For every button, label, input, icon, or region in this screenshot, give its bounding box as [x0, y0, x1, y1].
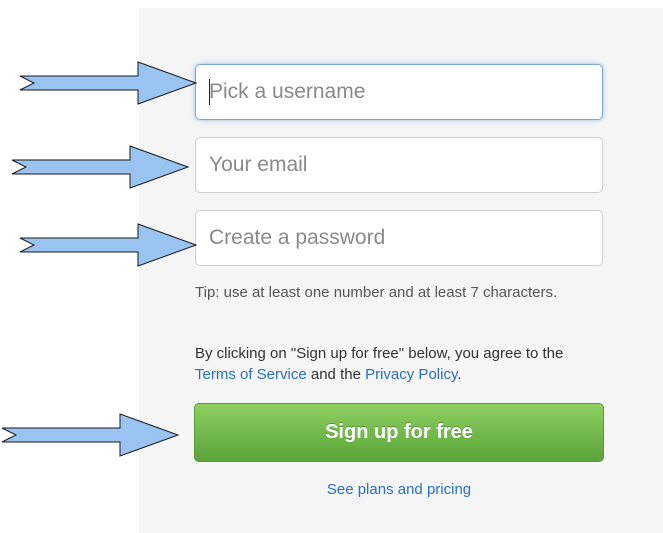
text-caret [209, 79, 210, 105]
terms-notice: By clicking on "Sign up for free" below,… [195, 343, 605, 385]
right-arrow-icon [19, 223, 198, 267]
terms-of-service-link[interactable]: Terms of Service [195, 366, 307, 383]
username-input[interactable] [195, 64, 603, 120]
plans-pricing-link[interactable]: See plans and pricing [194, 481, 604, 498]
screenshot-stage: Tip: use at least one number and at leas… [0, 0, 663, 533]
right-arrow-icon [1, 413, 180, 457]
signup-button[interactable]: Sign up for free [194, 403, 604, 462]
right-arrow-icon [19, 61, 198, 105]
password-input[interactable] [195, 210, 603, 266]
privacy-policy-link[interactable]: Privacy Policy [365, 366, 457, 383]
email-input[interactable] [195, 137, 603, 193]
password-tip: Tip: use at least one number and at leas… [195, 284, 558, 301]
terms-suffix-text: . [457, 366, 462, 383]
terms-prefix-text: By clicking on "Sign up for free" below,… [195, 345, 564, 362]
terms-middle-text: and the [306, 366, 366, 383]
right-arrow-icon [11, 145, 190, 189]
